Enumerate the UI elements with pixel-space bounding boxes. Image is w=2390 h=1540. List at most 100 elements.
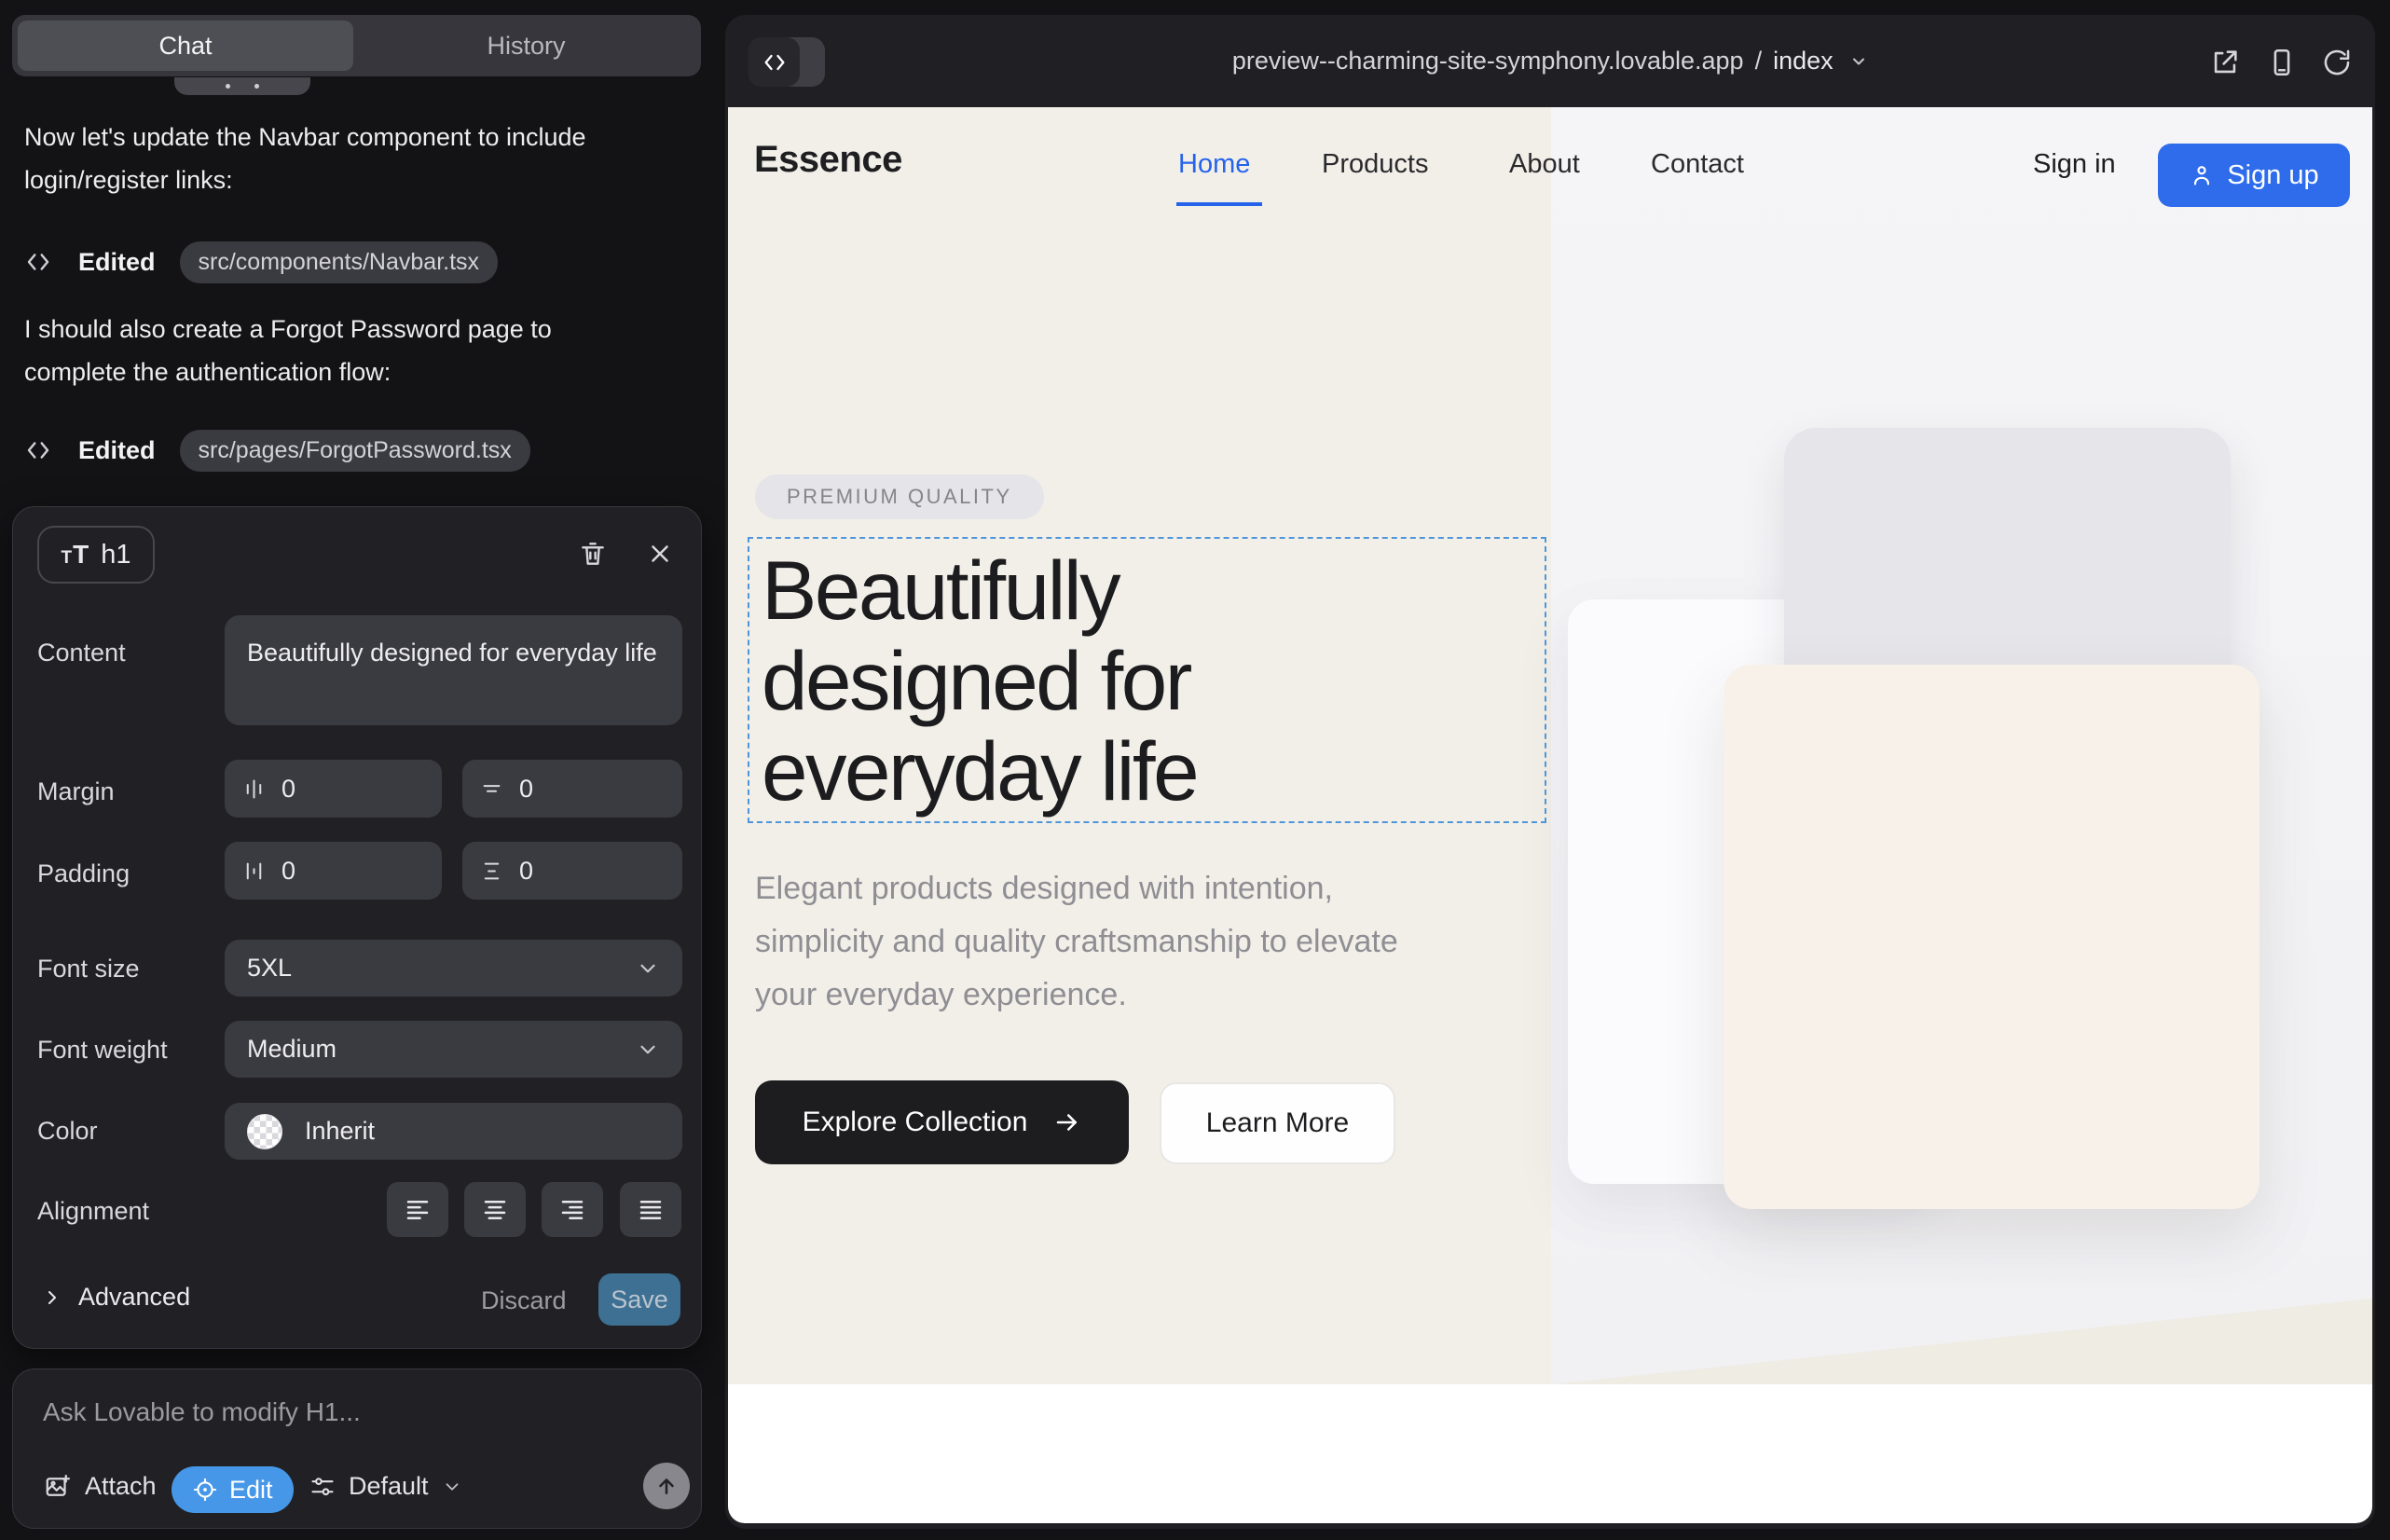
open-in-new-tab-button[interactable] bbox=[2205, 42, 2246, 83]
padding-horizontal-icon bbox=[241, 859, 267, 884]
send-button[interactable] bbox=[643, 1463, 690, 1509]
scrolled-message-remnant bbox=[174, 77, 310, 95]
arrow-right-icon bbox=[1053, 1108, 1081, 1136]
padding-y-field[interactable] bbox=[462, 842, 682, 900]
hero-paragraph: Elegant products designed with intention… bbox=[755, 862, 1408, 1022]
delete-element-button[interactable] bbox=[572, 533, 613, 574]
color-value: Inherit bbox=[305, 1117, 375, 1146]
nav-link-home[interactable]: Home bbox=[1178, 149, 1250, 180]
edit-target-icon bbox=[192, 1477, 218, 1503]
font-size-select[interactable]: 5XL bbox=[225, 940, 682, 997]
align-left-button[interactable] bbox=[387, 1182, 448, 1237]
content-input[interactable]: Beautifully designed for everyday life bbox=[225, 615, 682, 725]
preview-url: preview--charming-site-symphony.lovable.… bbox=[1232, 47, 1744, 75]
nav-link-contact[interactable]: Contact bbox=[1651, 149, 1744, 180]
font-size-value: 5XL bbox=[247, 954, 292, 983]
edit-label: Edit bbox=[229, 1476, 273, 1505]
chat-message: I should also create a Forgot Password p… bbox=[24, 308, 639, 393]
site-viewport: Essence Home Products About Contact Sign… bbox=[728, 107, 2372, 1523]
discard-button[interactable]: Discard bbox=[481, 1286, 567, 1315]
code-icon bbox=[24, 248, 52, 276]
font-weight-label: Font weight bbox=[37, 1034, 168, 1066]
composer-input[interactable] bbox=[43, 1392, 621, 1433]
padding-vertical-icon bbox=[479, 859, 504, 884]
explore-collection-label: Explore Collection bbox=[803, 1107, 1028, 1138]
alignment-label: Alignment bbox=[37, 1195, 149, 1227]
refresh-button[interactable] bbox=[2316, 42, 2357, 83]
sign-up-label: Sign up bbox=[2227, 160, 2318, 191]
hero-heading-line: Beautifully bbox=[762, 545, 1197, 636]
mobile-device-icon bbox=[2266, 47, 2298, 78]
chevron-down-icon bbox=[1849, 52, 1868, 71]
color-swatch bbox=[247, 1114, 282, 1149]
align-center-button[interactable] bbox=[464, 1182, 526, 1237]
advanced-toggle[interactable]: Advanced bbox=[41, 1283, 190, 1312]
edited-file-row: Edited src/components/Navbar.tsx bbox=[24, 239, 498, 285]
margin-x-field[interactable] bbox=[225, 760, 442, 818]
chevron-down-icon bbox=[636, 956, 660, 981]
align-left-icon bbox=[404, 1196, 432, 1224]
nav-link-about[interactable]: About bbox=[1509, 149, 1580, 180]
file-chip[interactable]: src/pages/ForgotPassword.tsx bbox=[180, 430, 530, 472]
padding-x-input[interactable] bbox=[282, 857, 375, 886]
edit-mode-button[interactable]: Edit bbox=[172, 1466, 294, 1513]
decorative-card-cream bbox=[1724, 665, 2260, 1209]
padding-label: Padding bbox=[37, 858, 130, 889]
edited-label: Edited bbox=[78, 248, 156, 277]
align-right-button[interactable] bbox=[542, 1182, 603, 1237]
chat-history-tabbar: Chat History bbox=[12, 15, 701, 76]
align-center-icon bbox=[481, 1196, 509, 1224]
arrow-up-icon bbox=[654, 1474, 679, 1498]
font-weight-select[interactable]: Medium bbox=[225, 1021, 682, 1078]
preview-panel: preview--charming-site-symphony.lovable.… bbox=[725, 15, 2375, 1529]
font-size-label: Font size bbox=[37, 953, 140, 984]
site-logo[interactable]: Essence bbox=[754, 139, 902, 181]
close-editor-button[interactable] bbox=[639, 533, 680, 574]
element-editor-panel: TT h1 Content Beautifully designed for e… bbox=[12, 506, 702, 1349]
hero-badge: PREMIUM QUALITY bbox=[755, 474, 1044, 519]
margin-y-field[interactable] bbox=[462, 760, 682, 818]
tab-chat[interactable]: Chat bbox=[18, 21, 353, 71]
margin-label: Margin bbox=[37, 776, 115, 807]
edited-file-row: Edited src/pages/ForgotPassword.tsx bbox=[24, 427, 530, 474]
attach-button[interactable]: Attach bbox=[44, 1472, 157, 1501]
color-field[interactable]: Inherit bbox=[225, 1103, 682, 1160]
margin-horizontal-icon bbox=[241, 777, 267, 802]
nav-link-products[interactable]: Products bbox=[1322, 149, 1428, 180]
color-label: Color bbox=[37, 1115, 98, 1147]
chat-message: Now let's update the Navbar component to… bbox=[24, 116, 600, 201]
font-weight-value: Medium bbox=[247, 1035, 337, 1064]
hero-heading-line: designed for bbox=[762, 636, 1197, 726]
sign-in-link[interactable]: Sign in bbox=[2033, 149, 2116, 180]
chat-panel: Chat History Now let's update the Navbar… bbox=[0, 0, 725, 1540]
margin-vertical-icon bbox=[479, 777, 504, 802]
code-icon bbox=[24, 436, 52, 464]
margin-y-input[interactable] bbox=[519, 775, 612, 804]
sliders-icon bbox=[309, 1474, 336, 1500]
explore-collection-button[interactable]: Explore Collection bbox=[755, 1080, 1129, 1164]
align-justify-button[interactable] bbox=[620, 1182, 681, 1237]
learn-more-label: Learn More bbox=[1206, 1107, 1349, 1139]
edited-label: Edited bbox=[78, 436, 156, 465]
element-tag-label: h1 bbox=[101, 540, 130, 571]
padding-x-field[interactable] bbox=[225, 842, 442, 900]
active-nav-underline bbox=[1176, 202, 1262, 206]
learn-more-button[interactable]: Learn More bbox=[1160, 1082, 1395, 1164]
external-link-icon bbox=[2209, 47, 2241, 78]
align-justify-icon bbox=[637, 1196, 665, 1224]
sign-up-button[interactable]: Sign up bbox=[2158, 144, 2350, 207]
save-button[interactable]: Save bbox=[598, 1273, 680, 1326]
hero-heading[interactable]: Beautifully designed for everyday life bbox=[762, 545, 1197, 817]
file-chip[interactable]: src/components/Navbar.tsx bbox=[180, 241, 499, 283]
chevron-down-icon bbox=[636, 1038, 660, 1062]
mode-selector[interactable]: Default bbox=[309, 1472, 462, 1501]
margin-x-input[interactable] bbox=[282, 775, 375, 804]
url-dropdown[interactable]: preview--charming-site-symphony.lovable.… bbox=[725, 47, 2375, 76]
app-root: Chat History Now let's update the Navbar… bbox=[0, 0, 2390, 1540]
mobile-view-button[interactable] bbox=[2261, 42, 2302, 83]
tab-history[interactable]: History bbox=[357, 21, 695, 71]
align-right-icon bbox=[558, 1196, 586, 1224]
preview-page: index bbox=[1773, 47, 1834, 75]
advanced-label: Advanced bbox=[78, 1283, 190, 1312]
padding-y-input[interactable] bbox=[519, 857, 612, 886]
